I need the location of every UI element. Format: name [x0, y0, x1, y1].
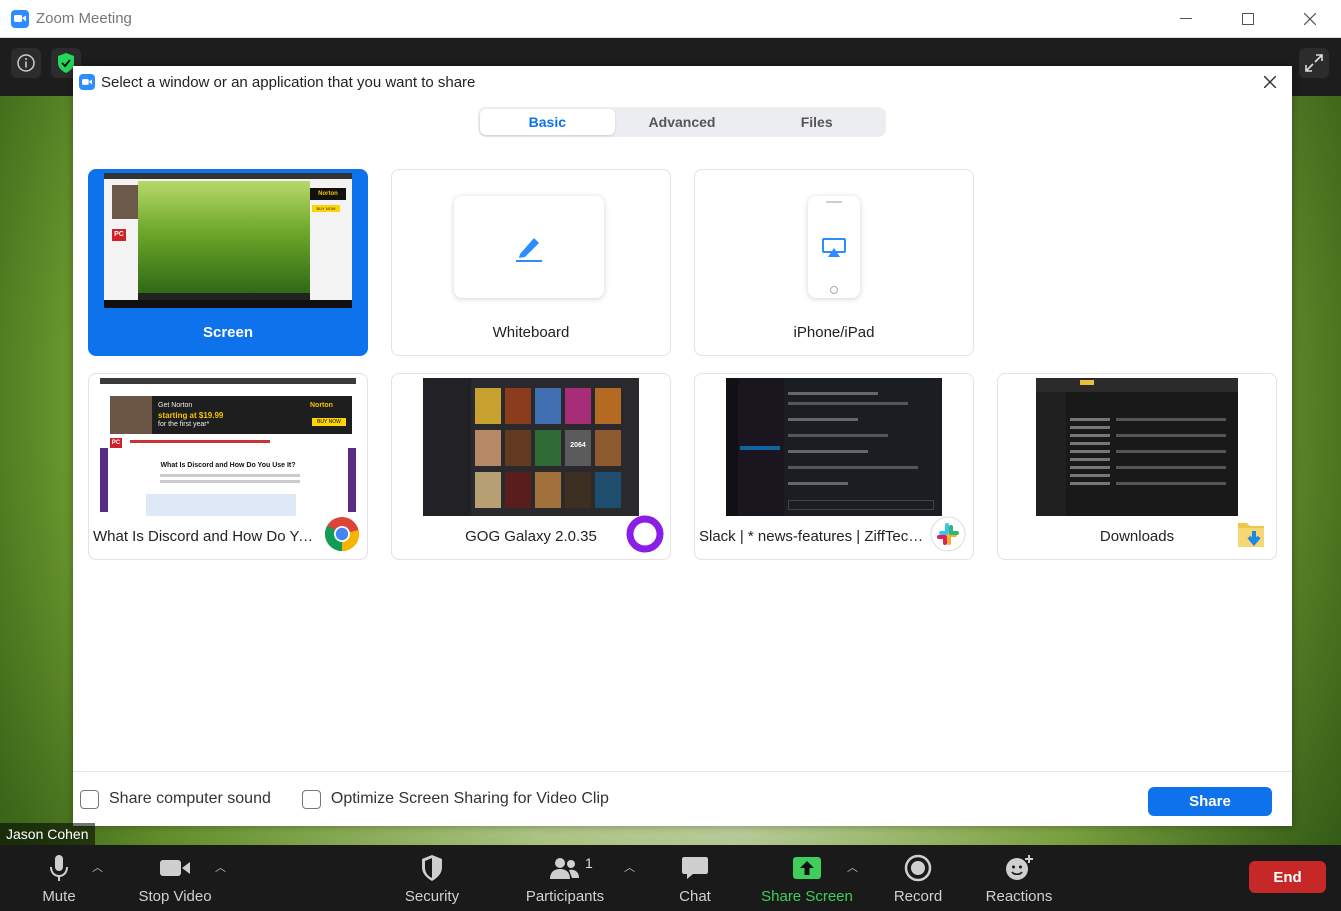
- emoji-add-icon: [1004, 852, 1034, 884]
- fullscreen-button[interactable]: [1299, 48, 1329, 78]
- pc-logo: PC: [112, 229, 126, 241]
- article-title-thumb: What Is Discord and How Do You Use It?: [160, 462, 296, 469]
- audio-options-caret-icon[interactable]: ︿: [92, 859, 103, 875]
- share-tabs: Basic Advanced Files: [478, 107, 886, 137]
- record-label: Record: [893, 888, 943, 905]
- screen-thumbnail: PC Norton BUY NOW: [104, 173, 352, 308]
- norton-logo: Norton: [310, 188, 346, 200]
- microphone-icon: [48, 852, 70, 884]
- pc-logo: PC: [110, 438, 122, 448]
- checkbox-box[interactable]: [301, 789, 321, 809]
- mute-label: Mute: [42, 888, 76, 905]
- reactions-label: Reactions: [985, 888, 1053, 905]
- close-icon: [1304, 13, 1316, 25]
- share-option-iphone-ipad[interactable]: iPhone/iPad: [694, 169, 974, 356]
- share-option-downloads[interactable]: Downloads: [997, 373, 1277, 560]
- slack-icon: [929, 515, 967, 553]
- minimize-button[interactable]: [1155, 0, 1217, 38]
- maximize-button[interactable]: [1217, 0, 1279, 38]
- card-label: Whiteboard: [492, 324, 570, 341]
- security-button[interactable]: Security: [398, 845, 466, 911]
- reactions-button[interactable]: Reactions: [978, 845, 1060, 911]
- tab-basic[interactable]: Basic: [480, 109, 615, 135]
- video-options-caret-icon[interactable]: ︿: [215, 859, 226, 875]
- participants-label: Participants: [525, 888, 605, 905]
- window-titlebar: Zoom Meeting: [0, 0, 1341, 38]
- participants-count-badge: 1: [585, 855, 593, 871]
- share-options-caret-icon[interactable]: ︿: [847, 859, 858, 875]
- stop-video-button[interactable]: Stop Video: [130, 845, 220, 911]
- norton-logo: Norton: [310, 402, 333, 409]
- participant-name-tag: Jason Cohen: [0, 823, 95, 845]
- zoom-app-icon: [11, 9, 29, 28]
- shield-icon: [420, 852, 444, 884]
- zoom-app-icon: [79, 74, 95, 90]
- airplay-icon: [822, 238, 846, 257]
- close-icon: [1264, 76, 1276, 88]
- slack-thumbnail: [726, 378, 942, 516]
- meeting-toolbar: Mute ︿ Stop Video ︿ Security Participant…: [0, 845, 1341, 911]
- share-screen-label: Share Screen: [761, 888, 853, 905]
- norton-promo-text: Get Norton: [158, 402, 193, 409]
- expand-icon: [1305, 54, 1323, 72]
- chat-label: Chat: [679, 888, 711, 905]
- share-option-slack[interactable]: Slack | * news-features | ZiffTech |...: [694, 373, 974, 560]
- share-screen-icon: [792, 852, 822, 884]
- tab-advanced[interactable]: Advanced: [615, 109, 750, 135]
- participants-options-caret-icon[interactable]: ︿: [624, 859, 635, 875]
- share-button[interactable]: Share: [1148, 787, 1272, 816]
- buy-now-button-thumb: BUY NOW: [312, 205, 340, 212]
- share-option-whiteboard[interactable]: Whiteboard: [391, 169, 671, 356]
- norton-price-text: starting at $19.99: [158, 411, 224, 420]
- pen-icon: [516, 238, 542, 262]
- card-label: Slack | * news-features | ZiffTech |...: [699, 528, 929, 545]
- whiteboard-preview: [454, 196, 604, 298]
- share-window-dialog: Select a window or an application that y…: [73, 66, 1292, 826]
- end-meeting-button[interactable]: End: [1249, 861, 1326, 893]
- checkbox-label: Share computer sound: [109, 790, 271, 807]
- checkbox-box[interactable]: [80, 789, 99, 809]
- dialog-close-button[interactable]: [1258, 70, 1282, 94]
- buy-now-button-thumb: BUY NOW: [312, 418, 346, 426]
- chat-bubble-icon: [681, 852, 709, 884]
- optimize-video-checkbox[interactable]: Optimize Screen Sharing for Video Clip: [301, 789, 609, 809]
- meeting-info-button[interactable]: [11, 48, 41, 78]
- norton-term-text: for the first year*: [158, 421, 210, 428]
- card-label: Screen: [202, 324, 254, 341]
- dialog-header: Select a window or an application that y…: [73, 66, 1292, 98]
- dialog-footer: Share computer sound Optimize Screen Sha…: [73, 771, 1292, 826]
- info-icon: [17, 54, 35, 72]
- mute-button[interactable]: Mute: [28, 845, 90, 911]
- chrome-window-thumbnail: Get Norton starting at $19.99 for the fi…: [100, 378, 356, 516]
- stop-video-label: Stop Video: [138, 888, 212, 905]
- share-screen-button[interactable]: Share Screen: [758, 845, 856, 911]
- minimize-icon: [1180, 18, 1192, 19]
- security-label: Security: [404, 888, 460, 905]
- phone-preview: [808, 196, 860, 298]
- video-camera-icon: [159, 852, 191, 884]
- share-option-chrome-window[interactable]: Get Norton starting at $19.99 for the fi…: [88, 373, 368, 560]
- dialog-title: Select a window or an application that y…: [101, 73, 476, 91]
- record-button[interactable]: Record: [888, 845, 948, 911]
- share-option-gog-galaxy[interactable]: 2064 GOG Galaxy 2.0.35: [391, 373, 671, 560]
- card-label: iPhone/iPad: [793, 324, 875, 341]
- participants-button[interactable]: Participants: [520, 845, 610, 911]
- game-cover-text: 2064: [565, 430, 591, 466]
- share-option-screen[interactable]: PC Norton BUY NOW Screen: [88, 169, 368, 356]
- record-icon: [904, 852, 932, 884]
- close-window-button[interactable]: [1279, 0, 1341, 38]
- maximize-icon: [1242, 13, 1254, 25]
- participants-icon: [549, 852, 581, 884]
- checkbox-label: Optimize Screen Sharing for Video Clip: [330, 790, 609, 807]
- tab-files[interactable]: Files: [749, 109, 884, 135]
- chrome-icon: [323, 515, 361, 553]
- folder-download-icon: [1232, 515, 1270, 553]
- downloads-thumbnail: [1036, 378, 1238, 516]
- gog-galaxy-icon: [626, 515, 664, 553]
- share-sound-checkbox[interactable]: Share computer sound: [80, 789, 271, 809]
- card-label: What Is Discord and How Do You...: [93, 528, 323, 545]
- window-title: Zoom Meeting: [36, 10, 132, 27]
- gog-galaxy-thumbnail: 2064: [423, 378, 639, 516]
- chat-button[interactable]: Chat: [672, 845, 718, 911]
